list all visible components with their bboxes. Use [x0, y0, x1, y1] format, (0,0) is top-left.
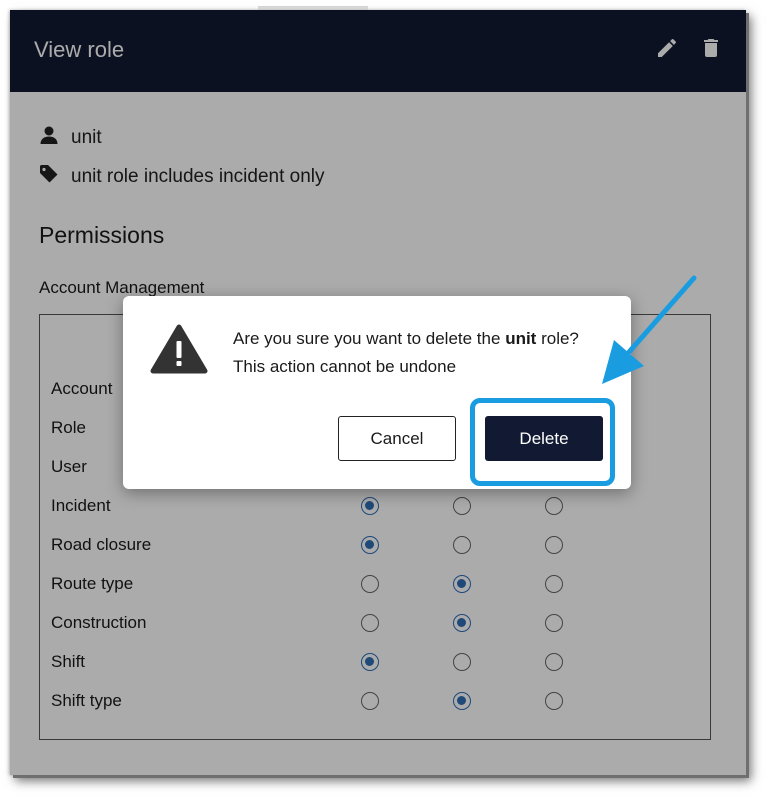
cancel-button[interactable]: Cancel — [338, 416, 456, 461]
warning-icon — [150, 324, 208, 379]
dialog-message-line2: This action cannot be undone — [233, 357, 457, 376]
dialog-message-role: unit — [505, 329, 537, 348]
delete-button-highlight — [470, 398, 615, 486]
dialog-message-line1: Are you sure you want to delete the unit… — [233, 325, 579, 353]
arrow-icon — [590, 270, 710, 400]
dialog-message-suffix: role? — [541, 329, 579, 348]
dialog-message-prefix: Are you sure you want to delete the — [233, 329, 501, 348]
dialog-message: Are you sure you want to delete the unit… — [233, 325, 579, 381]
